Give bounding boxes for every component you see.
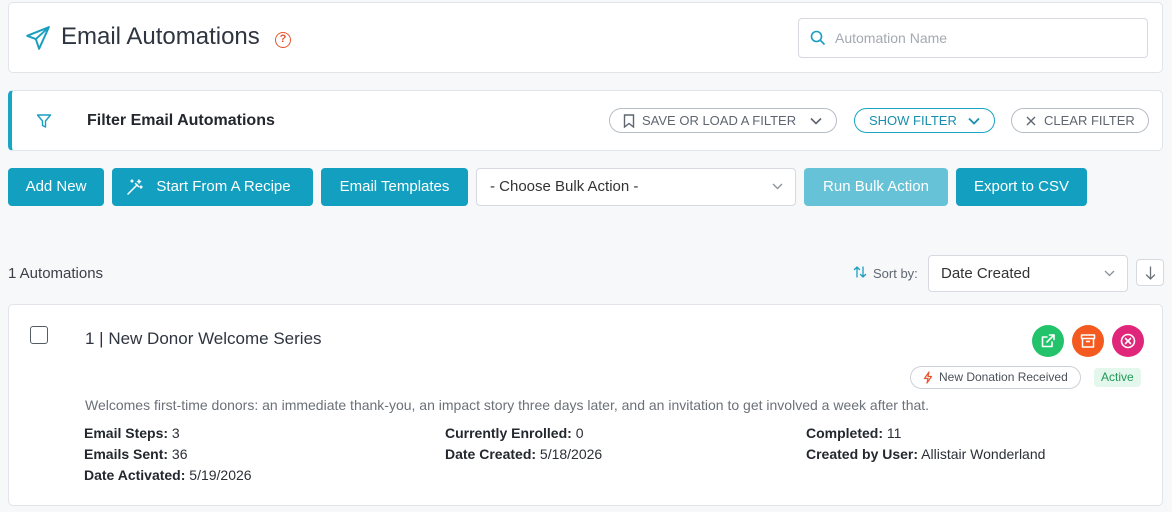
- chevron-down-icon: [968, 117, 980, 125]
- show-filter-label: SHOW FILTER: [869, 113, 957, 128]
- delete-automation-button[interactable]: [1112, 325, 1144, 357]
- status-badge: Active: [1094, 368, 1141, 387]
- save-load-filter-label: SAVE OR LOAD A FILTER: [642, 113, 797, 128]
- search-box[interactable]: [798, 18, 1148, 58]
- trigger-badge: New Donation Received: [910, 366, 1081, 389]
- open-automation-button[interactable]: [1032, 325, 1064, 357]
- page-header: Email Automations ?: [8, 2, 1163, 73]
- help-icon[interactable]: ?: [275, 32, 291, 48]
- date-activated-stat: Date Activated: 5/19/2026: [84, 467, 252, 483]
- run-bulk-action-button[interactable]: Run Bulk Action: [804, 168, 948, 206]
- chevron-down-icon: [772, 183, 783, 190]
- automation-card: 1 | New Donor Welcome Series New Donatio…: [8, 304, 1163, 506]
- lightning-icon: [923, 371, 933, 384]
- search-input[interactable]: [835, 27, 1135, 49]
- bulk-action-select[interactable]: - Choose Bulk Action -: [476, 168, 796, 206]
- start-from-recipe-button[interactable]: Start From A Recipe: [112, 168, 313, 206]
- clear-filter-label: CLEAR FILTER: [1044, 113, 1135, 128]
- clear-filter-button[interactable]: CLEAR FILTER: [1011, 108, 1149, 133]
- chevron-down-icon: [810, 117, 822, 125]
- email-steps-stat: Email Steps: 3: [84, 425, 180, 441]
- page-title: Email Automations: [61, 23, 260, 50]
- completed-stat: Completed: 11: [806, 425, 902, 441]
- sort-icon: [853, 266, 867, 278]
- add-new-button[interactable]: Add New: [8, 168, 104, 206]
- sort-selected: Date Created: [941, 265, 1031, 282]
- sort-select[interactable]: Date Created: [928, 255, 1128, 292]
- sort-direction-button[interactable]: [1136, 259, 1164, 286]
- bulk-action-selected: - Choose Bulk Action -: [490, 178, 639, 195]
- archive-automation-button[interactable]: [1072, 325, 1104, 357]
- paper-plane-icon: [26, 26, 50, 50]
- chevron-down-icon: [1104, 270, 1115, 277]
- bookmark-icon: [623, 114, 635, 128]
- funnel-icon[interactable]: [36, 113, 52, 129]
- search-icon: [810, 30, 826, 46]
- filter-bar: Filter Email Automations SAVE OR LOAD A …: [8, 90, 1163, 151]
- save-load-filter-button[interactable]: SAVE OR LOAD A FILTER: [609, 108, 837, 133]
- created-by-stat: Created by User: Allistair Wonderland: [806, 446, 1046, 462]
- filter-title: Filter Email Automations: [87, 112, 275, 129]
- show-filter-button[interactable]: SHOW FILTER: [854, 108, 995, 133]
- currently-enrolled-stat: Currently Enrolled: 0: [445, 425, 584, 441]
- email-templates-button[interactable]: Email Templates: [321, 168, 468, 206]
- archive-icon: [1080, 334, 1096, 348]
- close-icon: [1026, 116, 1036, 126]
- magic-wand-icon: [127, 179, 143, 195]
- delete-icon: [1120, 333, 1136, 349]
- start-from-recipe-label: Start From A Recipe: [156, 178, 291, 195]
- automation-name[interactable]: 1 | New Donor Welcome Series: [85, 329, 322, 349]
- external-link-icon: [1041, 334, 1055, 348]
- date-created-stat: Date Created: 5/18/2026: [445, 446, 603, 462]
- automation-count: 1 Automations: [8, 265, 104, 282]
- automation-description: Welcomes first-time donors: an immediate…: [85, 397, 930, 413]
- trigger-label: New Donation Received: [939, 370, 1068, 384]
- export-csv-button[interactable]: Export to CSV: [956, 168, 1087, 206]
- emails-sent-stat: Emails Sent: 36: [84, 446, 188, 462]
- select-checkbox[interactable]: [30, 326, 48, 344]
- arrow-down-icon: [1145, 266, 1156, 280]
